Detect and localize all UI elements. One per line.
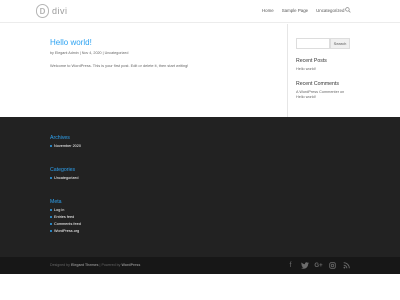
sidebar-divider xyxy=(287,24,288,117)
nav-sample-page[interactable]: Sample Page xyxy=(282,8,308,13)
meta-link-login[interactable]: Log in xyxy=(50,208,81,212)
recent-posts-title: Recent Posts xyxy=(296,58,327,64)
nav-uncategorized[interactable]: Uncategorized xyxy=(316,8,344,13)
main-content: Hello world! by Elegant Admin | Nov 4, 2… xyxy=(50,38,280,68)
meta-link-label: Comments feed xyxy=(54,222,81,226)
archive-link-label: November 2020 xyxy=(54,144,82,148)
google-plus-icon[interactable]: G+ xyxy=(314,261,323,270)
meta-link-label: WordPress.org xyxy=(54,229,80,233)
site-header: D divi Home Sample Page Uncategorized xyxy=(0,0,400,23)
meta-link-label: Log in xyxy=(54,208,65,212)
page-bottom-space xyxy=(0,274,400,300)
meta-link-wordpress-org[interactable]: WordPress.org xyxy=(50,229,81,233)
recent-comments-title: Recent Comments xyxy=(296,81,339,87)
rss-icon[interactable] xyxy=(342,261,351,270)
facebook-icon[interactable]: f xyxy=(286,261,295,270)
credits-designer-link[interactable]: Elegant Themes xyxy=(71,263,99,267)
site-logo[interactable]: D divi xyxy=(36,4,68,18)
post-title[interactable]: Hello world! xyxy=(50,38,280,47)
instagram-icon[interactable] xyxy=(328,261,337,270)
bullet-icon xyxy=(50,177,52,179)
meta-link-comments-feed[interactable]: Comments feed xyxy=(50,222,81,226)
archives-widget: Archives November 2020 xyxy=(50,135,81,148)
credits-platform-link[interactable]: WordPress xyxy=(121,263,140,267)
meta-widget: Meta Log in Entries feed Comments feed W… xyxy=(50,199,81,233)
post-body: Welcome to WordPress. This is your first… xyxy=(50,63,189,68)
meta-link-entries-feed[interactable]: Entries feed xyxy=(50,215,81,219)
footer-widgets: Archives November 2020 Categories Uncate… xyxy=(0,117,400,257)
recent-comment-item[interactable]: A WordPress Commenter on Hello world! xyxy=(296,90,350,100)
main-nav: Home Sample Page Uncategorized xyxy=(262,8,352,13)
logo-text: divi xyxy=(52,6,68,16)
bullet-icon xyxy=(50,145,52,147)
category-link-label: Uncategorized xyxy=(54,176,79,180)
social-icons: f G+ xyxy=(286,261,356,270)
bullet-icon xyxy=(50,209,52,211)
archives-title: Archives xyxy=(50,135,70,141)
archive-link[interactable]: November 2020 xyxy=(50,144,81,148)
categories-title: Categories xyxy=(50,167,76,173)
sidebar-search: Search xyxy=(296,38,350,49)
categories-widget: Categories Uncategorized xyxy=(50,167,78,180)
meta-link-label: Entries feed xyxy=(54,215,75,219)
search-button[interactable]: Search xyxy=(330,38,350,49)
search-input[interactable] xyxy=(296,38,330,49)
footer-bottom-bar: Designed by Elegant Themes | Powered by … xyxy=(0,257,400,274)
sidebar: Search Recent Posts Hello world! Recent … xyxy=(296,38,350,100)
recent-post-link[interactable]: Hello world! xyxy=(296,67,350,72)
nav-home[interactable]: Home xyxy=(262,8,274,13)
credits-separator: | Powered by xyxy=(99,263,121,267)
search-icon[interactable] xyxy=(345,7,351,13)
bullet-icon xyxy=(50,216,52,218)
post-meta: by Elegant Admin | Nov 4, 2020 | Uncateg… xyxy=(50,51,129,55)
credits-prefix: Designed by xyxy=(50,263,70,267)
meta-title: Meta xyxy=(50,199,62,205)
category-link[interactable]: Uncategorized xyxy=(50,176,78,180)
footer-credits: Designed by Elegant Themes | Powered by … xyxy=(50,263,140,267)
bullet-icon xyxy=(50,223,52,225)
twitter-icon[interactable] xyxy=(300,261,309,270)
bullet-icon xyxy=(50,230,52,232)
logo-mark: D xyxy=(36,4,49,18)
